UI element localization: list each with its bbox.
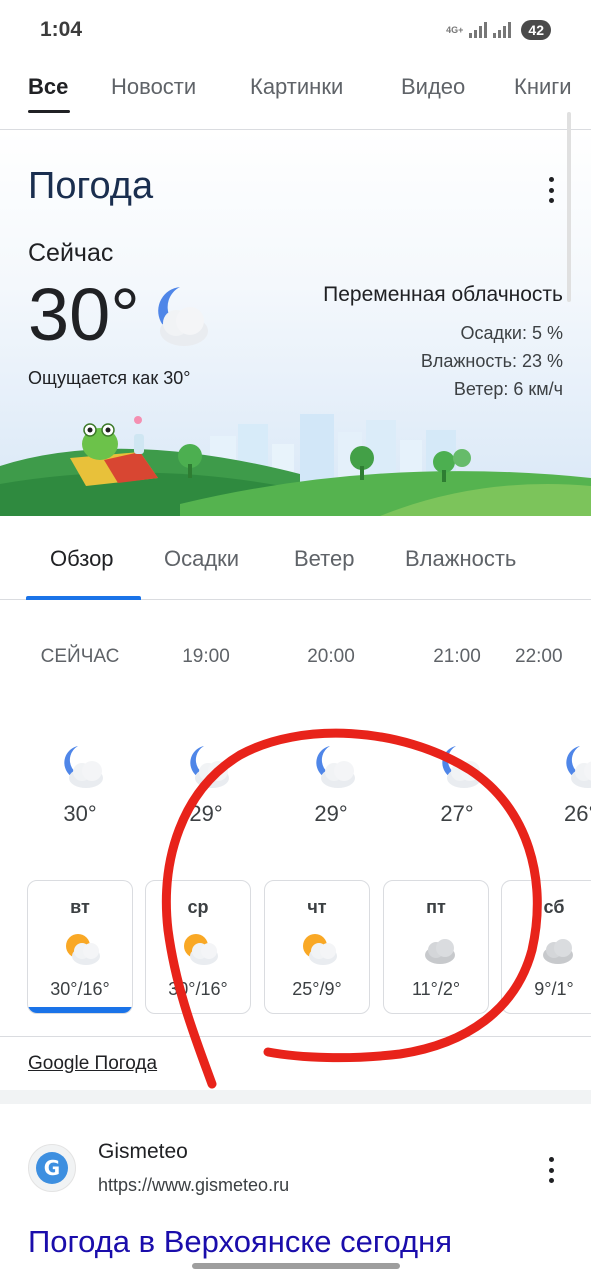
moon-cloud-icon (316, 746, 355, 788)
tab-images[interactable]: Картинки (250, 74, 343, 100)
selected-day-indicator (28, 1007, 132, 1013)
active-tab-indicator (26, 596, 141, 600)
tab-all[interactable]: Все (28, 74, 68, 100)
hour-label: 20:00 (307, 646, 355, 667)
result-site-name[interactable]: Gismeteo (98, 1140, 188, 1164)
day-card-wed[interactable]: ср 30°/16° (145, 880, 251, 1014)
status-time: 1:04 (40, 18, 83, 41)
result-url[interactable]: https://www.gismeteo.ru (98, 1175, 289, 1196)
day-name: сб (543, 897, 565, 917)
svg-text:G: G (44, 1156, 60, 1180)
active-tab-indicator (28, 110, 70, 113)
day-card-thu[interactable]: чт 25°/9° (264, 880, 370, 1014)
tab-precipitation[interactable]: Осадки (164, 546, 239, 572)
tab-video[interactable]: Видео (401, 74, 465, 100)
status-icons: 4G+ 42 (446, 20, 551, 40)
home-indicator[interactable] (192, 1263, 400, 1269)
tab-overview[interactable]: Обзор (50, 546, 114, 572)
moon-cloud-icon (190, 746, 229, 788)
day-temp-range: 11°/2° (411, 979, 461, 999)
gismeteo-logo[interactable]: G (28, 1144, 76, 1192)
day-name: чт (307, 897, 327, 917)
moon-cloud-icon (442, 746, 481, 788)
result-title-link[interactable]: Погода в Верхоянске сегодня (28, 1224, 452, 1260)
section-separator (0, 1090, 591, 1104)
current-temperature: 30° (28, 273, 140, 356)
day-name: ср (187, 897, 209, 917)
search-tabs: Все Новости Картинки Видео Книги (0, 60, 591, 130)
hour-label: 21:00 (433, 646, 481, 667)
day-temp-range: 25°/9° (292, 979, 342, 999)
moon-cloud-icon (158, 287, 208, 346)
signal-icon (469, 22, 488, 38)
signal-icon-2 (493, 22, 512, 38)
day-name: пт (426, 897, 446, 917)
tab-news[interactable]: Новости (111, 74, 196, 100)
tab-wind[interactable]: Ветер (294, 546, 354, 572)
day-card-fri[interactable]: пт 11°/2° (383, 880, 489, 1014)
weather-card: Погода Сейчас 30° Ощущается как 30° Пере… (0, 131, 591, 516)
hour-temp: 27° (440, 801, 474, 826)
battery-icon: 42 (521, 20, 551, 40)
sun-cloud-icon (303, 934, 337, 965)
sun-cloud-icon (184, 934, 218, 965)
tab-books[interactable]: Книги (514, 74, 572, 100)
weather-illustration (0, 414, 591, 516)
day-temp-range: 30°/16° (50, 979, 110, 999)
network-type: 4G+ (446, 24, 464, 35)
day-card-sat[interactable]: сб 9°/1° (501, 880, 591, 1014)
day-card-tue[interactable]: вт 30°/16° (27, 880, 133, 1014)
hour-temp: 26° (564, 801, 591, 826)
cloud-icon (425, 939, 455, 964)
day-name: вт (70, 897, 90, 917)
now-label: Сейчас (28, 239, 114, 267)
moon-cloud-icon (566, 746, 591, 788)
more-options-icon[interactable] (547, 177, 555, 203)
humidity: Влажность: 23 % (420, 351, 563, 371)
precipitation: Осадки: 5 % (460, 323, 563, 343)
weather-title: Погода (28, 165, 154, 207)
status-bar: 1:04 4G+ 42 (0, 0, 591, 56)
hour-label: 22:00 (515, 646, 563, 667)
day-temp-range: 30°/16° (168, 979, 228, 999)
g-logo-icon: G (36, 1152, 68, 1184)
moon-cloud-icon (64, 746, 103, 788)
day-temp-range: 9°/1° (534, 979, 574, 999)
weather-condition: Переменная облачность (323, 283, 563, 306)
tab-humidity[interactable]: Влажность (405, 546, 516, 572)
divider (0, 1036, 591, 1037)
hour-temp: 29° (314, 801, 348, 826)
hour-label: СЕЙЧАС (40, 646, 120, 667)
result-more-icon[interactable] (547, 1157, 555, 1183)
hour-temp: 30° (63, 801, 97, 826)
sun-cloud-icon (66, 934, 100, 965)
weather-tabs: Обзор Осадки Ветер Влажность (0, 516, 591, 600)
hour-label: 19:00 (182, 646, 230, 667)
cloud-icon (543, 939, 573, 964)
google-weather-link[interactable]: Google Погода (28, 1053, 157, 1075)
hour-temp: 29° (189, 801, 223, 826)
scrollbar[interactable] (567, 112, 571, 302)
